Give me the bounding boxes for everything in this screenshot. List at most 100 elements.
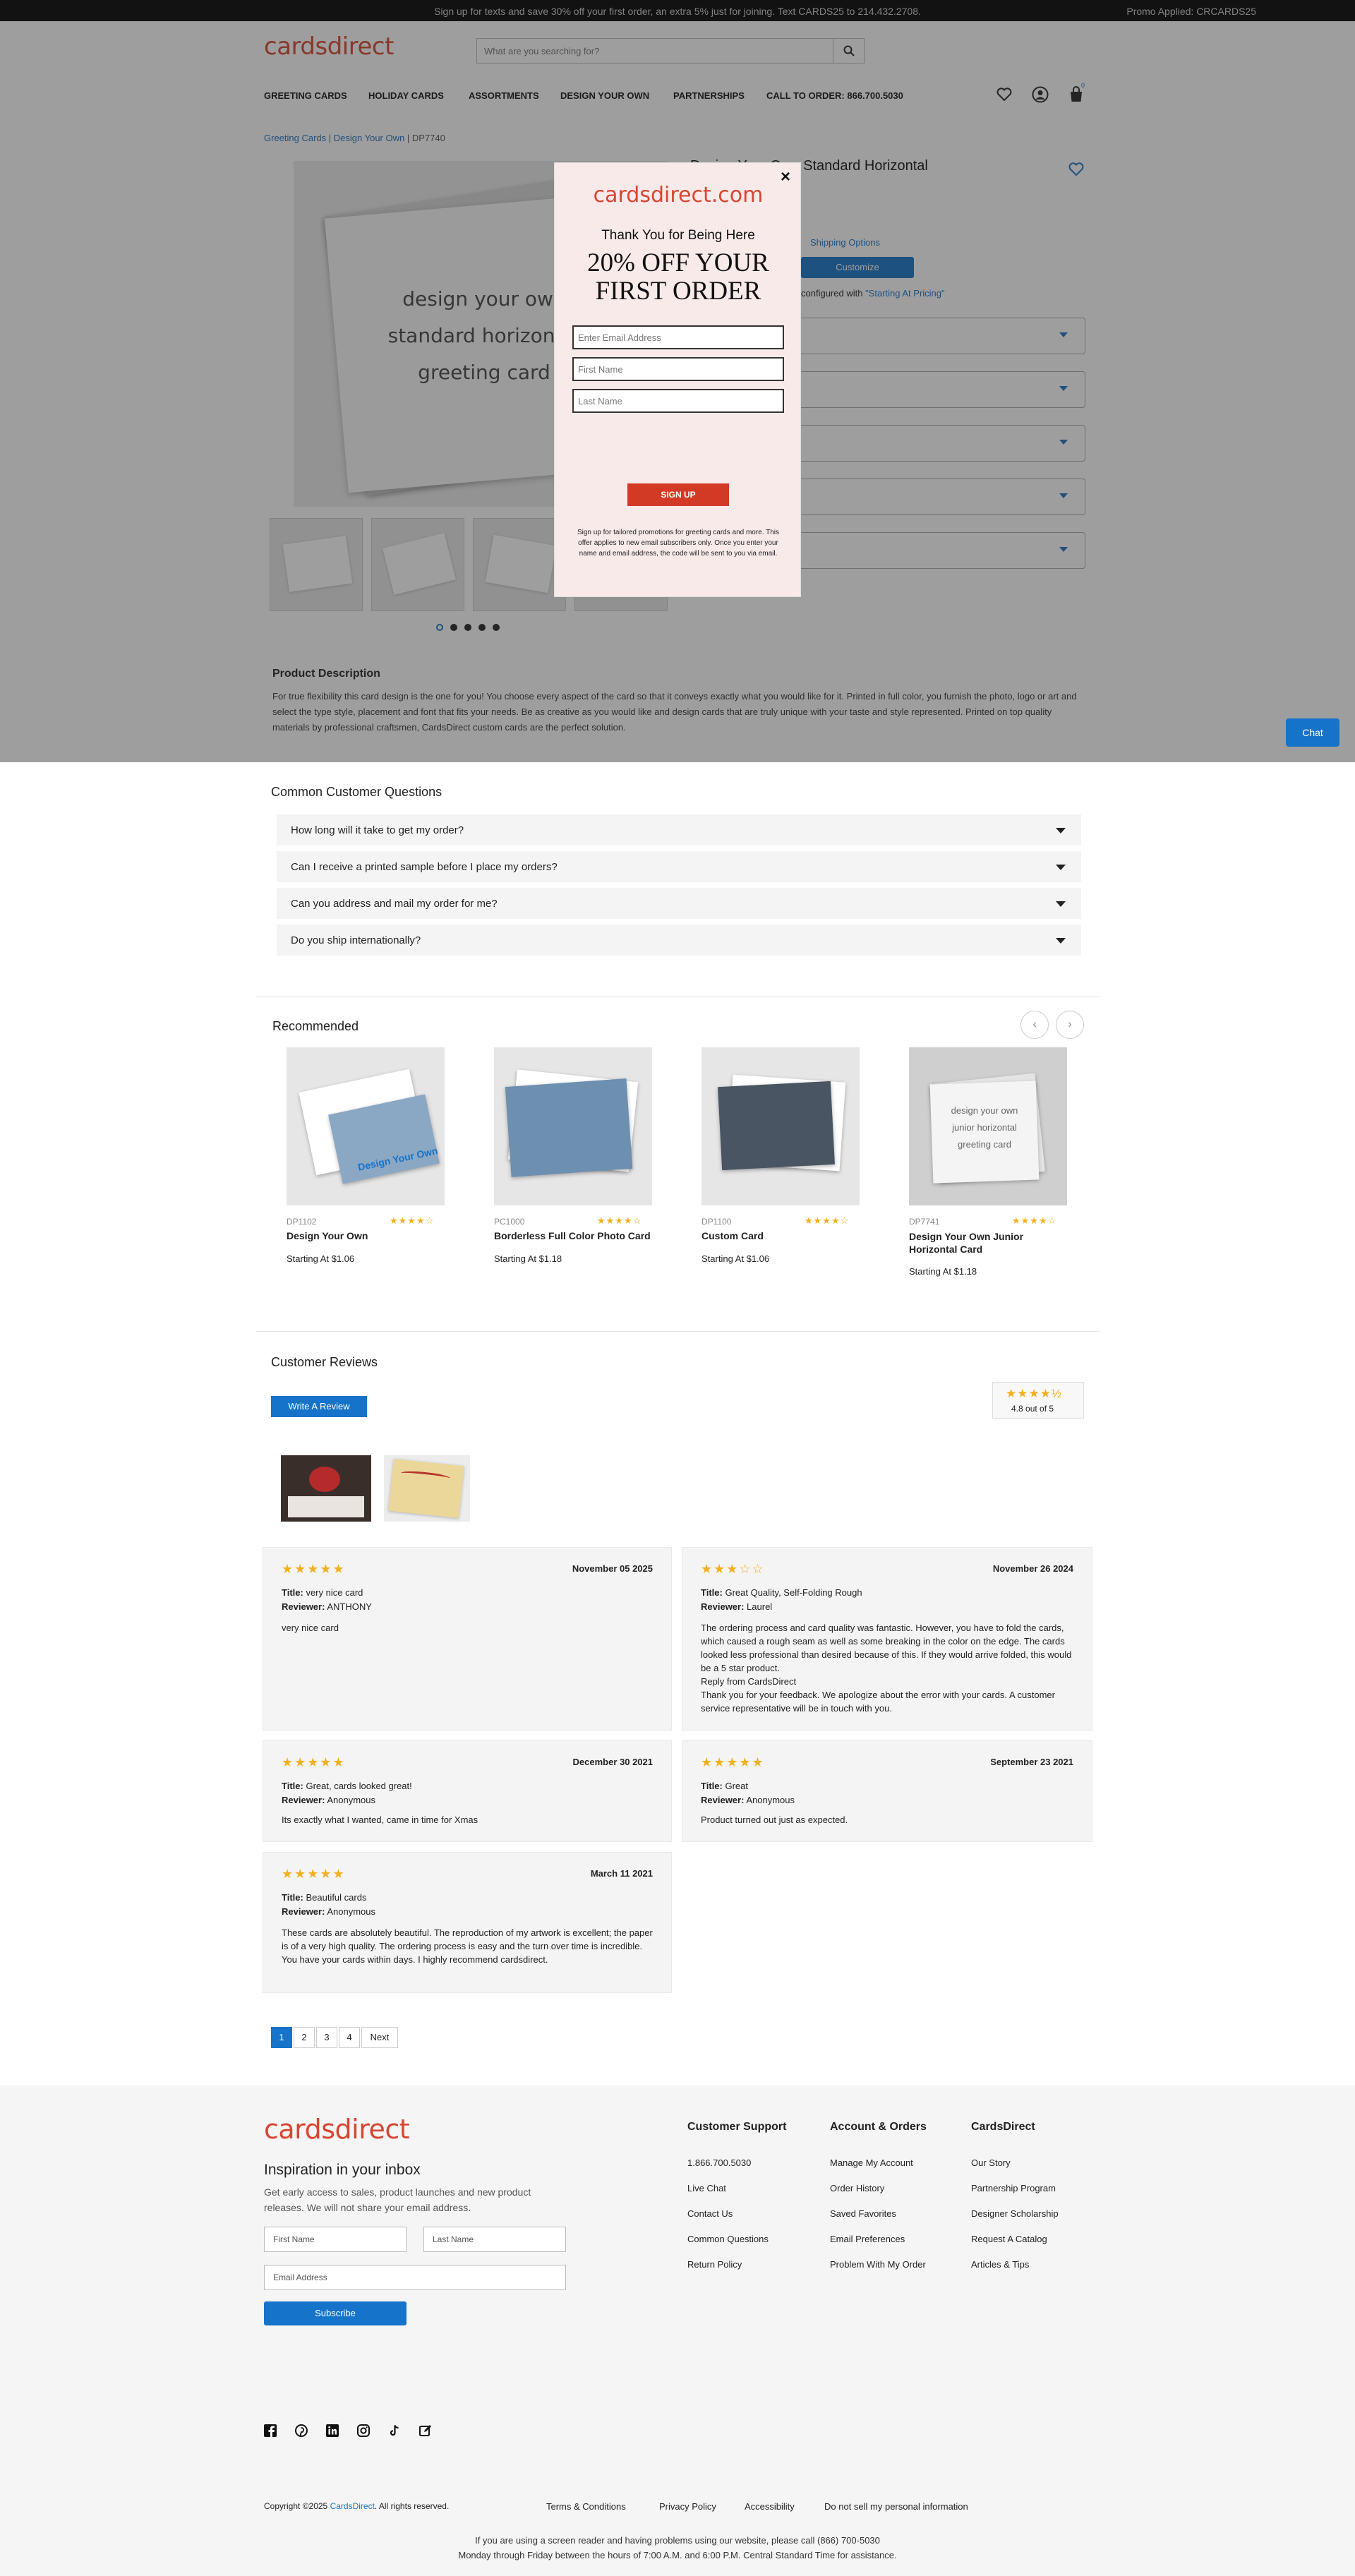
linkedin-icon[interactable] [326, 2424, 339, 2437]
instagram-icon[interactable] [357, 2424, 370, 2437]
footer-link[interactable]: Order History [830, 2183, 884, 2193]
carousel-prev-button[interactable]: ‹ [1020, 1011, 1049, 1039]
question-text: Can you address and mail my order for me… [291, 898, 498, 910]
product-name[interactable]: Borderless Full Color Photo Card [494, 1230, 663, 1241]
review-card: ★★★★★ December 30 2021 Title: Great, car… [263, 1740, 672, 1842]
footer-logo[interactable]: cardsdirect [264, 2114, 410, 2145]
footer-link[interactable]: Manage My Account [830, 2157, 913, 2168]
review-photo-1[interactable] [281, 1455, 371, 1522]
product-image[interactable] [494, 1047, 652, 1205]
review-date: November 05 2025 [572, 1563, 653, 1574]
product-name[interactable]: Custom Card [701, 1230, 860, 1241]
review-stars: ★★★★★ [701, 1755, 765, 1769]
footer-link[interactable]: 1.866.700.5030 [687, 2157, 751, 2168]
question-item[interactable]: Can you address and mail my order for me… [277, 888, 1081, 919]
question-item[interactable]: How long will it take to get my order? [277, 814, 1081, 845]
page-1-button[interactable]: 1 [271, 2027, 292, 2048]
review-photo-2[interactable] [384, 1455, 470, 1522]
product-sku: DP7741 [909, 1217, 940, 1227]
carousel-next-button[interactable]: › [1056, 1011, 1084, 1039]
footer-link[interactable]: Saved Favorites [830, 2208, 896, 2219]
footer-link[interactable]: Return Policy [687, 2259, 742, 2270]
inbox-text-line: releases. We will not share your email a… [264, 2202, 471, 2213]
review-title: Great [725, 1781, 748, 1791]
review-card: ★★★★★ September 23 2021 Title: Great Rev… [682, 1740, 1092, 1842]
review-title: very nice card [306, 1587, 363, 1598]
product-name[interactable]: Design Your Own [287, 1230, 445, 1241]
rating-max: 5 [1049, 1404, 1054, 1414]
product-price: Starting At $1.18 [494, 1253, 562, 1264]
footer-link[interactable]: Articles & Tips [971, 2259, 1029, 2270]
modal-email-input[interactable] [572, 325, 784, 349]
questions-title: Common Customer Questions [271, 785, 442, 799]
footer-link[interactable]: Partnership Program [971, 2183, 1056, 2193]
footer-link[interactable]: Common Questions [687, 2234, 769, 2244]
question-item[interactable]: Can I receive a printed sample before I … [277, 851, 1081, 882]
question-item[interactable]: Do you ship internationally? [277, 925, 1081, 956]
page-4-button[interactable]: 4 [339, 2027, 360, 2048]
footer-link[interactable]: Contact Us [687, 2208, 733, 2219]
question-text: How long will it take to get my order? [291, 824, 464, 836]
footer-email-input[interactable]: Email Address [264, 2265, 566, 2290]
question-text: Do you ship internationally? [291, 934, 421, 946]
product-image[interactable] [701, 1047, 860, 1205]
modal-last-name-input[interactable] [572, 389, 784, 413]
terms-link[interactable]: Terms & Conditions [546, 2501, 626, 2512]
reviewer-label: Reviewer: [282, 1601, 325, 1612]
modal-offer: 20% OFF YOUR FIRST ORDER [555, 249, 802, 306]
review-body: Product turned out just as expected. [701, 1814, 848, 1825]
rating-value: 4.8 [1011, 1404, 1023, 1414]
write-review-button[interactable]: Write A Review [271, 1396, 367, 1417]
next-page-button[interactable]: Next [361, 2027, 398, 2048]
copyright-link[interactable]: CardsDirect [330, 2501, 375, 2511]
pinterest-icon[interactable] [295, 2424, 308, 2437]
blog-edit-icon[interactable] [419, 2424, 432, 2437]
footer-first-name-input[interactable]: First Name [264, 2227, 406, 2252]
do-not-sell-link[interactable]: Do not sell my personal information [824, 2501, 968, 2512]
footer-last-name-input[interactable]: Last Name [423, 2227, 566, 2252]
product-price: Starting At $1.18 [909, 1266, 977, 1277]
product-name[interactable]: Design Your Own Junior Horizontal Card [909, 1230, 1050, 1256]
footer-link[interactable]: Our Story [971, 2157, 1011, 2168]
facebook-icon[interactable] [264, 2424, 277, 2437]
reviewer-label: Reviewer: [701, 1601, 745, 1612]
review-stars: ★★★★★ [282, 1867, 346, 1881]
footer-link[interactable]: Email Preferences [830, 2234, 905, 2244]
footer-link[interactable]: Problem With My Order [830, 2259, 926, 2270]
product-image[interactable]: Design Your Own [287, 1047, 445, 1205]
accessibility-link[interactable]: Accessibility [745, 2501, 795, 2512]
review-card: ★★★★★ March 11 2021 Title: Beautiful car… [263, 1852, 672, 1993]
rating-out-of: out of [1025, 1404, 1047, 1414]
product-image[interactable]: design your own junior horizontal greeti… [909, 1047, 1067, 1205]
rating-summary-stars: ★★★★½ [1006, 1387, 1063, 1400]
footer-link[interactable]: Designer Scholarship [971, 2208, 1059, 2219]
accessibility-note: If you are using a screen reader and hav… [475, 2535, 880, 2546]
accessibility-hours: Monday through Friday between the hours … [458, 2550, 897, 2560]
review-date: November 26 2024 [992, 1563, 1073, 1574]
chat-button[interactable]: Chat [1286, 718, 1339, 747]
product-sku: PC1000 [494, 1217, 525, 1227]
footer-link[interactable]: Live Chat [687, 2183, 726, 2193]
footer-col-title: Account & Orders [830, 2121, 927, 2133]
review-title-label: Title: [282, 1587, 303, 1598]
caret-down-icon [1056, 901, 1066, 907]
modal-fine-print: Sign up for tailored promotions for gree… [577, 529, 780, 558]
review-stars: ★★★☆☆ [701, 1562, 765, 1576]
tiktok-icon[interactable] [388, 2424, 401, 2437]
review-title-label: Title: [701, 1781, 723, 1791]
page-2-button[interactable]: 2 [294, 2027, 315, 2048]
review-reply-label: Reply from CardsDirect [701, 1676, 797, 1687]
signup-button[interactable]: SIGN UP [627, 483, 729, 506]
privacy-policy-link[interactable]: Privacy Policy [659, 2501, 716, 2512]
product-rating-stars: ★★★★☆ [805, 1215, 850, 1226]
reviewer-label: Reviewer: [701, 1795, 745, 1805]
footer-link[interactable]: Request A Catalog [971, 2234, 1047, 2244]
modal-first-name-input[interactable] [572, 357, 784, 381]
product-art-text: greeting card [958, 1139, 1011, 1150]
reviews-title: Customer Reviews [271, 1355, 378, 1369]
review-date: March 11 2021 [590, 1868, 653, 1879]
page-3-button[interactable]: 3 [316, 2027, 337, 2048]
review-body: The ordering process and card quality wa… [701, 1623, 1072, 1673]
product-rating-stars: ★★★★☆ [597, 1215, 642, 1226]
subscribe-button[interactable]: Subscribe [264, 2301, 406, 2325]
